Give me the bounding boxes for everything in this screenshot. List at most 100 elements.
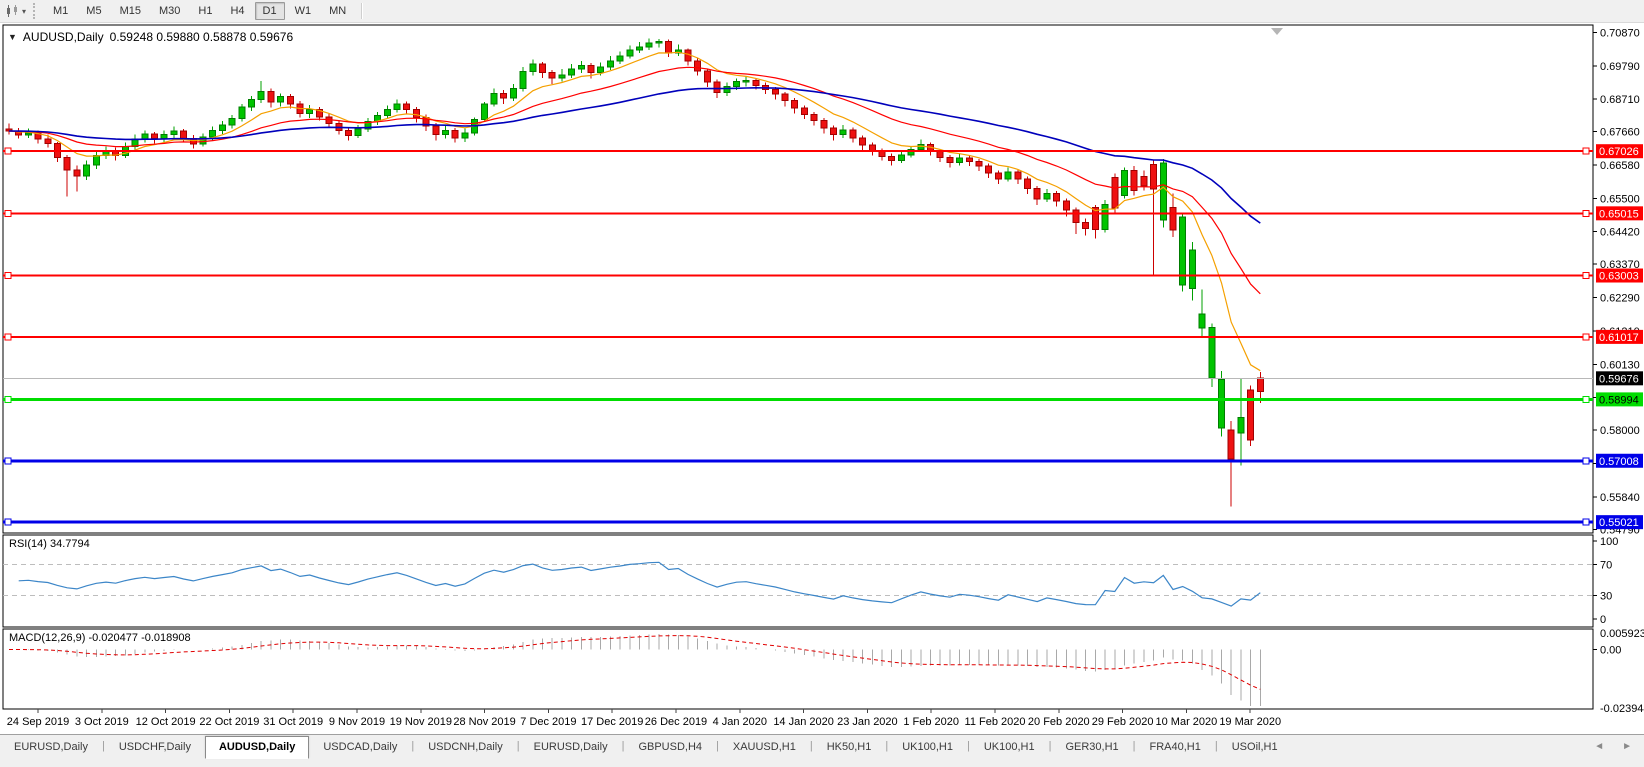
timeframe-button-h4[interactable]: H4 <box>222 2 252 20</box>
hline-handle[interactable] <box>5 273 11 279</box>
candle <box>462 133 468 138</box>
hline-handle[interactable] <box>1583 148 1589 154</box>
candle <box>656 41 662 43</box>
candle <box>433 126 439 135</box>
price-axis-label: 0.66580 <box>1600 160 1640 172</box>
tab-scroll-right-icon[interactable]: ► <box>1622 741 1632 752</box>
date-axis-label: 14 Jan 2020 <box>773 716 834 728</box>
timeframe-button-h1[interactable]: H1 <box>190 2 220 20</box>
candle <box>607 61 613 67</box>
hline-handle[interactable] <box>5 210 11 216</box>
date-axis-label: 17 Dec 2019 <box>581 716 643 728</box>
chart-tab-usoil-h1[interactable]: USOil,H1 <box>1218 736 1292 759</box>
date-axis-label: 26 Dec 2019 <box>645 716 707 728</box>
hline-handle[interactable] <box>1583 273 1589 279</box>
candle <box>171 131 177 135</box>
candle <box>443 130 449 134</box>
chart-tab-gbpusd-h4[interactable]: GBPUSD,H4 <box>624 736 716 759</box>
candle <box>210 130 216 137</box>
candle <box>840 130 846 135</box>
chart-tab-audusd-daily[interactable]: AUDUSD,Daily <box>205 736 309 759</box>
candle <box>1063 201 1069 210</box>
chart-tab-ger30-h1[interactable]: GER30,H1 <box>1051 736 1132 759</box>
chart-tab-usdchf-daily[interactable]: USDCHF,Daily <box>105 736 205 759</box>
candle <box>1199 314 1205 328</box>
timeframe-button-w1[interactable]: W1 <box>287 2 320 20</box>
candle <box>549 72 555 78</box>
timeframe-button-mn[interactable]: MN <box>321 2 354 20</box>
candlestick-glyph <box>6 5 20 17</box>
macd-indicator-label: MACD(12,26,9) -0.020477 -0.018908 <box>9 632 191 644</box>
hline-handle[interactable] <box>1583 334 1589 340</box>
hline-handle[interactable] <box>5 396 11 402</box>
candle <box>1160 163 1166 220</box>
date-axis-label: 19 Nov 2019 <box>390 716 452 728</box>
candle <box>161 135 167 139</box>
hline-handle[interactable] <box>1583 458 1589 464</box>
chart-tab-eurusd-daily[interactable]: EURUSD,Daily <box>520 736 622 759</box>
candle <box>714 82 720 93</box>
price-axis-label: 0.67660 <box>1600 127 1640 139</box>
candle <box>588 65 594 72</box>
price-axis-label: 0.69790 <box>1600 61 1640 73</box>
tab-scroll-left-icon[interactable]: ◄ <box>1594 741 1604 752</box>
hline-handle[interactable] <box>5 458 11 464</box>
chart-tab-uk100-h1[interactable]: UK100,H1 <box>888 736 967 759</box>
chart-tab-uk100-h1[interactable]: UK100,H1 <box>970 736 1049 759</box>
chart-ohlc-values: 0.59248 0.59880 0.58878 0.59676 <box>110 30 294 44</box>
candle <box>258 92 264 100</box>
hline-handle[interactable] <box>1583 396 1589 402</box>
candle <box>287 96 293 104</box>
hline-handle[interactable] <box>5 334 11 340</box>
chart-tab-xauusd-h1[interactable]: XAUUSD,H1 <box>719 736 810 759</box>
price-axis-label: 0.55840 <box>1600 492 1640 504</box>
candle <box>637 47 643 50</box>
candle <box>559 75 565 78</box>
chart-tab-usdcad-daily[interactable]: USDCAD,Daily <box>309 736 411 759</box>
candle <box>1238 418 1244 433</box>
candle <box>1209 328 1215 379</box>
candle <box>1257 378 1263 391</box>
timeframe-button-m30[interactable]: M30 <box>151 2 188 20</box>
candle <box>898 155 904 161</box>
candle <box>1131 171 1137 191</box>
candle <box>1073 210 1079 222</box>
hline-handle[interactable] <box>1583 210 1589 216</box>
timeframe-button-m15[interactable]: M15 <box>112 2 149 20</box>
candle <box>1034 188 1040 199</box>
rsi-axis-label: 70 <box>1600 559 1612 571</box>
chart-tab-eurusd-daily[interactable]: EURUSD,Daily <box>0 736 102 759</box>
timeframe-button-m5[interactable]: M5 <box>78 2 109 20</box>
tab-scroll-arrows: ◄ ► <box>1594 741 1632 752</box>
price-axis-label: 0.64420 <box>1600 227 1640 239</box>
timeframe-button-m1[interactable]: M1 <box>45 2 76 20</box>
collapse-arrow-icon[interactable]: ▼ <box>8 32 17 42</box>
candlestick-chart-icon[interactable]: ▾ <box>3 2 29 20</box>
chart-tab-hk50-h1[interactable]: HK50,H1 <box>813 736 886 759</box>
macd-axis-label: 0.00 <box>1600 644 1621 656</box>
hline-handle[interactable] <box>1583 519 1589 525</box>
hline-handle[interactable] <box>5 148 11 154</box>
candle <box>1248 390 1254 440</box>
candle <box>976 161 982 166</box>
candle <box>384 109 390 115</box>
candle <box>1005 172 1011 179</box>
candle <box>646 43 652 47</box>
chart-canvas: 0.708700.697900.687100.676600.665800.655… <box>0 0 1644 766</box>
candle <box>957 158 963 162</box>
date-axis-label: 29 Feb 2020 <box>1092 716 1154 728</box>
hline-handle[interactable] <box>5 519 11 525</box>
chart-tab-fra40-h1[interactable]: FRA40,H1 <box>1136 736 1215 759</box>
chart-tab-usdcnh-daily[interactable]: USDCNH,Daily <box>414 736 517 759</box>
date-axis-label: 9 Nov 2019 <box>329 716 385 728</box>
date-axis-label: 11 Feb 2020 <box>965 716 1026 728</box>
candle <box>152 134 158 138</box>
candle <box>25 133 31 135</box>
candle <box>394 104 400 110</box>
timeframe-button-d1[interactable]: D1 <box>255 2 285 20</box>
candle <box>1219 379 1225 428</box>
candle <box>501 93 507 98</box>
rsi-axis-label: 30 <box>1600 591 1612 603</box>
candle <box>510 89 516 98</box>
candle <box>995 173 1001 179</box>
